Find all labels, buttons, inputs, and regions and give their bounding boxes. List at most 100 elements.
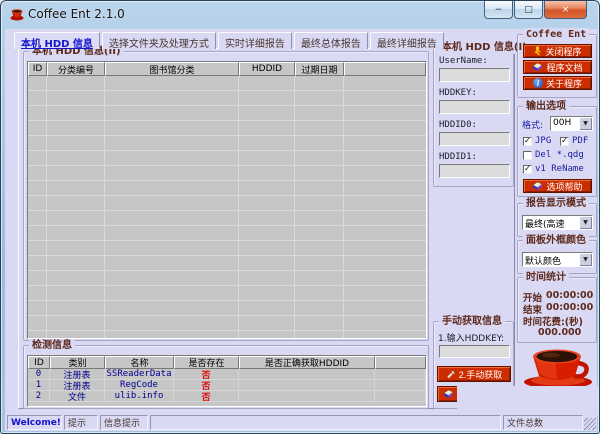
maximize-button[interactable]: □: [514, 1, 543, 19]
col-hddid[interactable]: HDDID: [239, 62, 295, 76]
col-category-no[interactable]: 分类编号: [47, 62, 105, 76]
chevron-down-icon[interactable]: ▼: [579, 117, 592, 130]
cell-name: ulib.info: [105, 391, 174, 401]
col-hddid-ok[interactable]: 是否正确获取HDDID: [239, 356, 375, 369]
col-expire-date[interactable]: 过期日期: [295, 62, 344, 76]
status-hint: 提示: [64, 415, 98, 430]
group-coffee-ent-title: Coffee Ent: [523, 28, 589, 41]
tab-realtime-report[interactable]: 实时详细报告: [218, 32, 292, 49]
program-doc-button[interactable]: 程序文档: [523, 60, 592, 74]
book-icon: [532, 62, 543, 72]
coffee-logo-icon: [9, 8, 24, 21]
tab-final-summary-report[interactable]: 最终总体报告: [294, 32, 368, 49]
checkbox-pdf[interactable]: ✓ PDF: [560, 136, 588, 146]
group-panel-color: 面板外框颜色 默认颜色 ▼: [517, 240, 597, 274]
col-id[interactable]: ID: [28, 62, 47, 76]
hdd-table-body[interactable]: [28, 76, 426, 338]
coffee-cup-image: [515, 347, 597, 389]
resize-grip[interactable]: [584, 418, 596, 430]
hddkey-input[interactable]: [439, 100, 510, 114]
chevron-down-icon[interactable]: ▼: [579, 253, 592, 266]
hddid0-input[interactable]: [439, 132, 510, 146]
checkbox-label: JPG: [535, 136, 551, 146]
close-button[interactable]: ×: [544, 1, 587, 19]
start-time-value: 00:00:00: [546, 290, 593, 301]
title-bar[interactable]: Coffee Ent 2.1.0 − □ ×: [1, 1, 599, 28]
options-help-label: 选项帮助: [546, 180, 582, 193]
checkbox-jpg[interactable]: ✓ JPG: [523, 136, 551, 146]
about-program-label: 关于程序: [546, 77, 582, 90]
manual-step1-label: 1.输入HDDKEY:: [438, 331, 504, 344]
group-time-stats: 时间统计 开始 00:00:00 结束 00:00:00 时间花费:(秒) 00…: [517, 277, 597, 343]
group-report-mode-title: 报告显示模式: [523, 197, 589, 210]
col-extra[interactable]: [375, 356, 426, 369]
close-program-label: 关闭程序: [545, 45, 581, 58]
checkbox-del-qdg[interactable]: Del *.qdg: [523, 150, 584, 160]
username-input[interactable]: [439, 68, 510, 82]
about-program-button[interactable]: i 关于程序: [523, 76, 592, 90]
manual-get-label: 2.手动获取: [459, 368, 503, 381]
hddid1-label: HDDID1:: [439, 152, 477, 162]
cell-name: RegCode: [105, 380, 174, 390]
col-name[interactable]: 名称: [105, 356, 174, 369]
minimize-button[interactable]: −: [484, 1, 513, 19]
end-time-value: 00:00:00: [546, 302, 593, 313]
detect-row[interactable]: 2 文件 ulib.info 否: [28, 391, 426, 402]
time-cost-label: 时间花费:(秒): [523, 314, 583, 328]
checkbox-mark[interactable]: ✓: [560, 137, 569, 146]
info-icon: i: [533, 78, 543, 88]
detect-row[interactable]: 0 注册表 SSReaderData 否: [28, 369, 426, 380]
book-icon: [443, 389, 454, 399]
format-combo[interactable]: 00H ▼: [550, 116, 593, 131]
checkbox-label: PDF: [572, 136, 588, 146]
cell-category: 注册表: [50, 369, 105, 379]
cell-extra: [375, 369, 426, 379]
time-cost-value: 000.000: [538, 327, 581, 338]
col-extra[interactable]: [344, 62, 426, 76]
checkbox-label: v1 ReName: [535, 164, 584, 174]
col-category[interactable]: 类别: [50, 356, 105, 369]
checkbox-mark[interactable]: [523, 151, 532, 160]
cell-id: 0: [28, 369, 50, 379]
close-program-button[interactable]: 关闭程序: [523, 44, 592, 58]
col-library-category[interactable]: 图书馆分类: [105, 62, 239, 76]
exit-person-icon: [533, 46, 542, 56]
group-hdd-info-2: 本机 HDD 信息(II) ID 分类编号 图书馆分类 HDDID 过期日期: [23, 51, 429, 341]
cell-category: 注册表: [50, 380, 105, 390]
checkbox-v1-rename[interactable]: ✓ v1 ReName: [523, 164, 584, 174]
window-title: Coffee Ent 2.1.0: [28, 7, 125, 21]
manual-get-button[interactable]: 2.手动获取: [437, 366, 511, 382]
tab-local-hdd-info[interactable]: 本机 HDD 信息: [14, 32, 100, 49]
checkbox-mark[interactable]: ✓: [523, 137, 532, 146]
hdd-table-header: ID 分类编号 图书馆分类 HDDID 过期日期: [28, 62, 426, 76]
detect-row[interactable]: 1 注册表 RegCode 否: [28, 380, 426, 391]
report-mode-combo[interactable]: 最终(高速 ▼: [522, 215, 593, 230]
status-welcome: Welcome!: [7, 415, 62, 430]
cell-exists: 否: [174, 380, 239, 390]
checkbox-mark[interactable]: ✓: [523, 165, 532, 174]
tab-folder-selection[interactable]: 选择文件夹及处理方式: [102, 32, 216, 49]
tab-final-detail-report[interactable]: 最终详细报告: [370, 32, 444, 49]
chevron-down-icon[interactable]: ▼: [579, 216, 592, 229]
group-panel-color-title: 面板外框颜色: [523, 234, 589, 247]
cell-hddid-ok: [239, 391, 375, 401]
group-hdd-info-1: 本机 HDD 信息(I) UserName: HDDKEY: HDDID0: H…: [433, 47, 514, 187]
cell-extra: [375, 391, 426, 401]
panel-color-value: 默认颜色: [523, 253, 579, 266]
options-help-button[interactable]: 选项帮助: [523, 179, 592, 193]
panel-color-combo[interactable]: 默认颜色 ▼: [522, 252, 593, 267]
col-id[interactable]: ID: [28, 356, 50, 369]
cell-id: 2: [28, 391, 50, 401]
group-time-stats-title: 时间统计: [523, 271, 569, 284]
format-value: 00H: [551, 117, 579, 130]
hddid0-label: HDDID0:: [439, 120, 477, 130]
hddkey-label: HDDKEY:: [439, 88, 477, 98]
welcome-text: Welcome!: [11, 418, 61, 428]
client-area: 本机 HDD 信息 选择文件夹及处理方式 实时详细报告 最终总体报告 最终详细报…: [5, 29, 597, 431]
cell-hddid-ok: [239, 380, 375, 390]
hddid1-input[interactable]: [439, 164, 510, 178]
format-label: 格式:: [522, 118, 543, 131]
col-exists[interactable]: 是否存在: [174, 356, 239, 369]
status-file-total: 文件总数: [503, 415, 583, 430]
manual-hddkey-input[interactable]: [439, 345, 510, 358]
